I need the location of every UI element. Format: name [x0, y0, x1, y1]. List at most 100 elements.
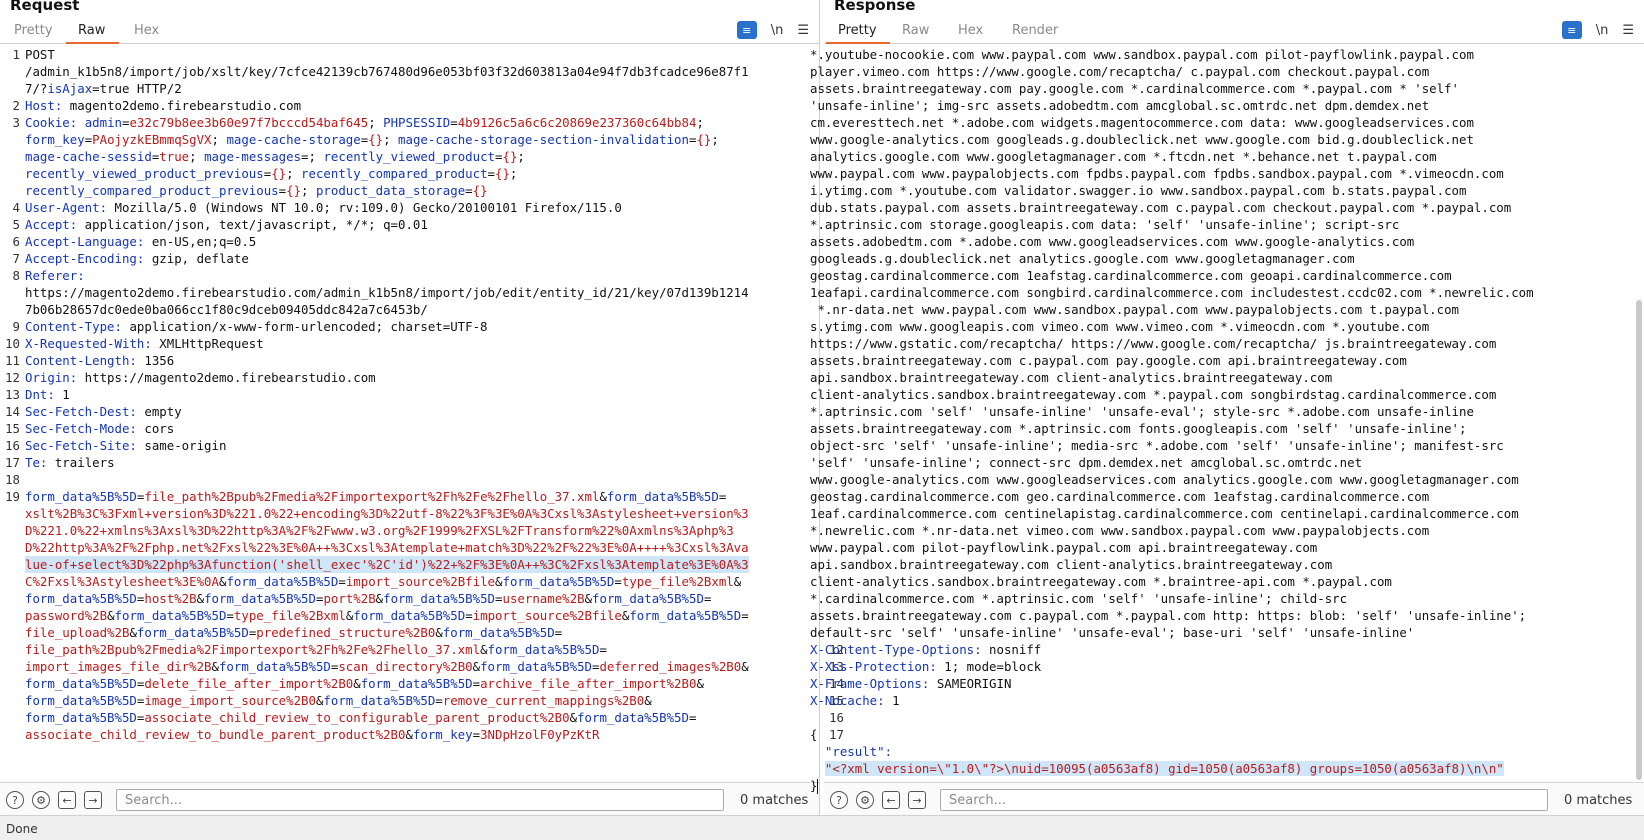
code-key: form_data%5B%5D [360, 676, 473, 691]
code-line: *.aptrinsic.com 'self' 'unsafe-inline' '… [810, 403, 1474, 420]
code-line: X-Xss-Protection: 1; mode=block [810, 658, 1041, 675]
code-text: assets.braintreegateway.com *.aptrinsic.… [810, 421, 1467, 436]
arrow-left-icon[interactable]: ← [58, 791, 76, 809]
request-tab-hex[interactable]: Hex [134, 23, 159, 38]
code-text: & [375, 591, 384, 606]
response-pane: Response Pretty Raw Hex Render ≡ \n ☰ *.… [810, 0, 1644, 815]
response-search-input[interactable] [940, 789, 1548, 811]
gear-icon[interactable]: ⚙ [856, 791, 874, 809]
code-text: & [480, 642, 488, 657]
response-scrollbar[interactable] [1636, 300, 1642, 780]
code-line: assets.braintreegateway.com pay.google.c… [810, 80, 1459, 97]
request-active-tab-indicator [66, 42, 119, 44]
response-tab-pretty[interactable]: Pretty [838, 23, 877, 38]
code-value: D%22http%3A%2F%2Fphp.net%2Fxsl%22%3E%0A+… [25, 540, 749, 555]
request-tab-pretty[interactable]: Pretty [14, 23, 53, 38]
code-value: scan_directory%2B0 [338, 659, 473, 674]
hamburger-icon[interactable]: ☰ [797, 23, 809, 38]
code-text: ; [711, 132, 719, 147]
code-text: nosniff [981, 642, 1042, 657]
newline-toggle[interactable]: \n [1596, 23, 1609, 38]
code-key: form_data%5B%5D [25, 693, 137, 708]
code-text: https://magento2demo.firebearstudio.com/… [25, 285, 749, 300]
code-key: mage-cache-storage [226, 132, 361, 147]
code-value: true [159, 149, 190, 164]
code-text: www.google-analytics.com googleads.g.dou… [810, 132, 1474, 147]
code-value: {} [502, 149, 518, 164]
line-number: 16 [5, 438, 20, 453]
code-line: player.vimeo.com https://www.google.com/… [810, 63, 1429, 80]
code-key: Content-Length: [25, 353, 137, 368]
code-line: www.paypal.com pilot-payflowlink.paypal.… [810, 539, 1317, 556]
code-value: delete_file_after_import%2B0 [144, 676, 354, 691]
code-text: 7/? [25, 81, 48, 96]
code-line: Origin: https://magento2demo.firebearstu… [25, 369, 376, 386]
code-text: = [703, 591, 712, 606]
hamburger-icon[interactable]: ☰ [1622, 23, 1634, 38]
code-text: = [554, 625, 563, 640]
code-line: 7b06b28657dc0ede0ba066cc1f80c9dceb09405d… [25, 301, 428, 318]
code-text: same-origin [136, 438, 227, 453]
code-key: form_data%5B%5D [487, 642, 600, 657]
help-icon[interactable]: ? [6, 791, 24, 809]
code-line: form_data%5B%5D=image_import_source%2B0&… [25, 692, 652, 709]
line-number: 4 [12, 200, 20, 215]
arrow-left-icon[interactable]: ← [882, 791, 900, 809]
code-key: form_data%5B%5D [25, 591, 137, 606]
code-line: /admin_k1b5n8/import/job/xslt/key/7cfce4… [25, 63, 749, 80]
code-line: assets.adobedtm.com *.adobe.com www.goog… [810, 233, 1414, 250]
response-tab-render[interactable]: Render [1012, 23, 1058, 38]
response-tab-hex[interactable]: Hex [958, 23, 983, 38]
code-line: password%2B&form_data%5B%5D=type_file%2B… [25, 607, 749, 624]
help-icon[interactable]: ? [830, 791, 848, 809]
request-tab-raw[interactable]: Raw [78, 23, 105, 38]
line-number: 8 [12, 268, 20, 283]
code-text: client-analytics.sandbox.braintreegatewa… [810, 387, 1497, 402]
code-value: {} [495, 166, 510, 181]
code-line: Accept: application/json, text/javascrip… [25, 216, 428, 233]
code-line: Sec-Fetch-Mode: cors [25, 420, 174, 437]
code-text: application/x-www-form-urlencoded; chars… [121, 319, 488, 334]
code-text: googleads.g.doubleclick.net analytics.go… [810, 251, 1355, 266]
arrow-right-icon[interactable]: → [84, 791, 102, 809]
code-text: *.aptrinsic.com 'self' 'unsafe-inline' '… [810, 404, 1474, 419]
code-text: = [495, 591, 503, 606]
code-text: 1eaf.cardinalcommerce.com centinelapista… [810, 506, 1519, 521]
code-key: mage-cache-storage-section-invalidation [398, 132, 689, 147]
line-number: 16 [829, 710, 844, 725]
code-value: D%221.0%22+xmlns%3Axsl%3D%22http%3A%2F%2… [25, 523, 734, 538]
pretty-print-icon[interactable]: ≡ [1561, 21, 1582, 39]
code-value: 4b9126c5a6c6c20869e237360c64bb84 [457, 115, 697, 130]
code-value: archive_file_after_import%2B0 [480, 676, 697, 691]
code-value: C%2Fxsl%3Astylesheet%3E%0A [25, 574, 219, 589]
code-key: User-Agent: [25, 200, 108, 215]
request-search-input[interactable] [116, 789, 724, 811]
code-text: = [472, 727, 481, 742]
code-key: form_key [25, 132, 85, 147]
gear-icon[interactable]: ⚙ [32, 791, 50, 809]
response-tab-raw[interactable]: Raw [902, 23, 929, 38]
code-line: { [810, 726, 817, 743]
line-number: 19 [5, 489, 20, 504]
code-text: POST [25, 47, 55, 62]
code-line: dub.stats.paypal.com assets.braintreegat… [810, 199, 1511, 216]
code-text: ; [517, 149, 525, 164]
newline-toggle[interactable]: \n [771, 23, 784, 38]
code-value: {} [286, 183, 302, 198]
line-number: 18 [5, 472, 20, 487]
code-line: Sec-Fetch-Site: same-origin [25, 437, 226, 454]
code-value: remove_current_mappings%2B0 [442, 693, 645, 708]
arrow-right-icon[interactable]: → [908, 791, 926, 809]
line-number: 10 [5, 336, 20, 351]
code-value: {} [368, 132, 384, 147]
code-text: & [472, 659, 481, 674]
pretty-print-icon[interactable]: ≡ [736, 21, 757, 39]
code-text: = [688, 710, 697, 725]
code-key: form_data%5B%5D [353, 608, 466, 623]
code-key: form_data%5B%5D [502, 574, 615, 589]
code-line: X-Content-Type-Options: nosniff [810, 641, 1041, 658]
code-text: en-US,en;q=0.5 [144, 234, 257, 249]
code-text: api.sandbox.braintreegateway.com client-… [810, 557, 1333, 572]
